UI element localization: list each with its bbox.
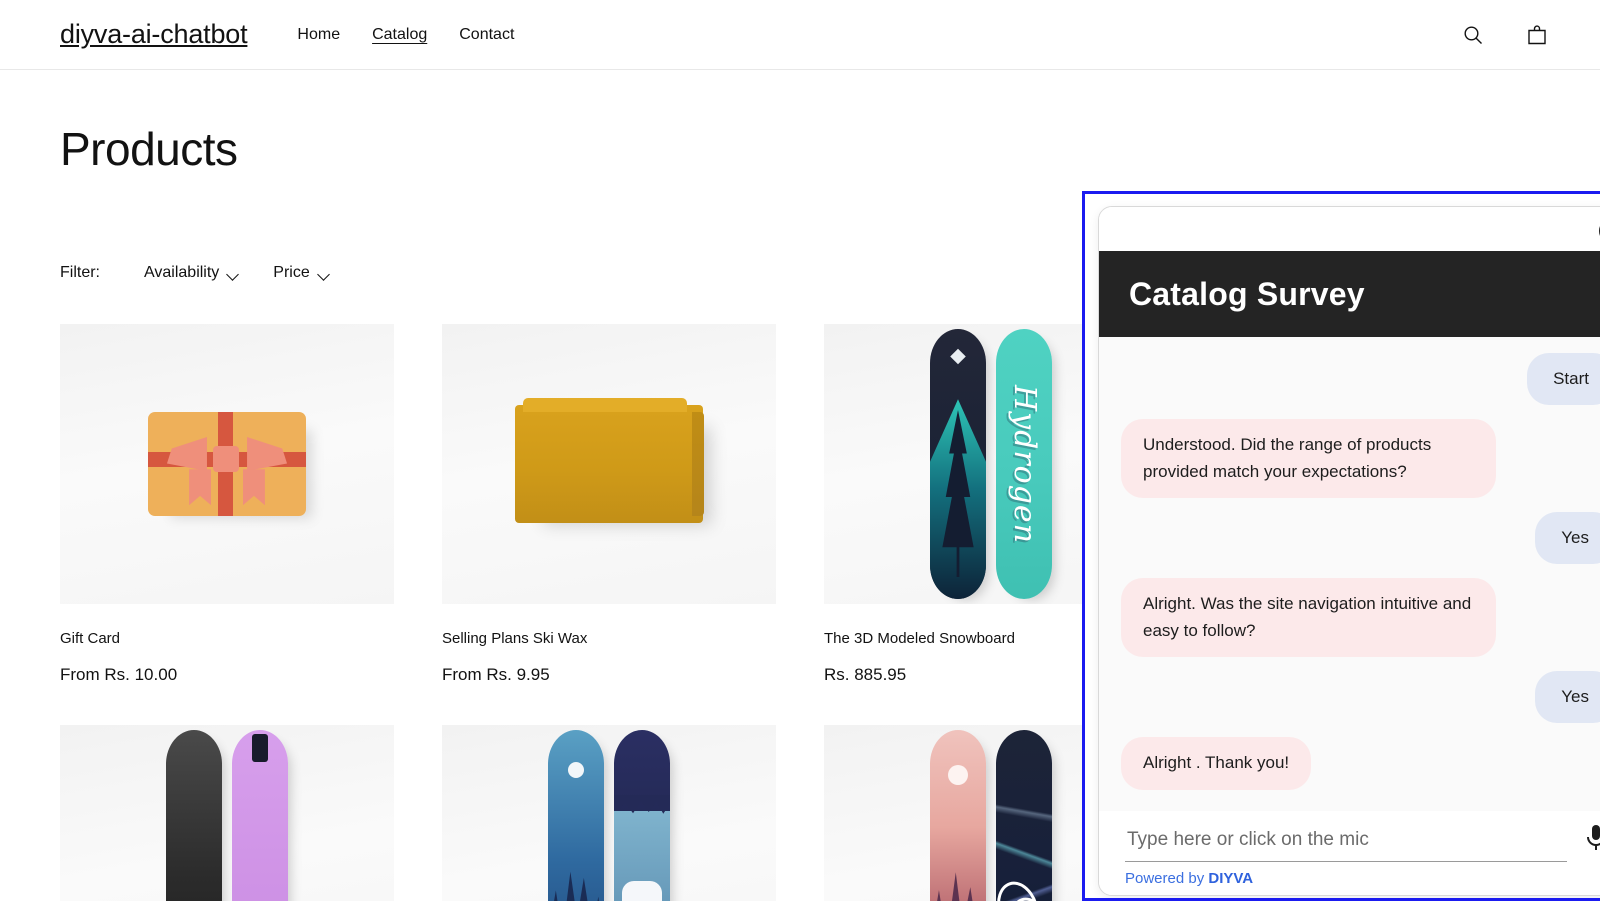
shopping-bag-icon[interactable] [1520, 18, 1554, 52]
product-image-row2-2[interactable] [442, 725, 776, 901]
nav-link-home[interactable]: Home [295, 22, 342, 48]
snowboard-art [166, 730, 288, 901]
product-image-gift-card[interactable] [60, 324, 394, 604]
powered-by-prefix: Powered by [1125, 870, 1209, 887]
chat-title: Catalog Survey [1129, 275, 1365, 312]
product-image-row2-1[interactable] [60, 725, 394, 901]
chat-message-bot: Alright. Was the site navigation intuiti… [1121, 578, 1496, 658]
filter-availability[interactable]: Availability [144, 264, 239, 282]
chat-header: Catalog Survey [1099, 251, 1600, 337]
nav-link-contact[interactable]: Contact [457, 22, 516, 48]
product-title[interactable]: Selling Plans Ski Wax [442, 630, 776, 647]
chevron-down-icon [228, 270, 239, 277]
powered-by-label: Powered by DIYVA [1125, 870, 1600, 887]
product-image-ski-wax[interactable] [442, 324, 776, 604]
page-title: Products [60, 123, 238, 175]
filter-label: Filter: [60, 264, 100, 281]
filter-options: Availability Price [144, 264, 330, 282]
microphone-icon[interactable] [1581, 823, 1600, 862]
chat-message-bot: Alright . Thank you! [1121, 737, 1312, 790]
gift-card-art [148, 412, 306, 516]
chat-widget: Catalog Survey Start Understood. Did the… [1098, 206, 1600, 896]
chat-message-list[interactable]: Start Understood. Did the range of produ… [1099, 337, 1600, 811]
chat-widget-frame[interactable]: Catalog Survey Start Understood. Did the… [1082, 191, 1600, 901]
product-card[interactable] [442, 725, 776, 901]
header-actions [1456, 18, 1554, 52]
filter-availability-label: Availability [144, 264, 220, 281]
product-price: From Rs. 10.00 [60, 665, 178, 684]
product-price: From Rs. 9.95 [442, 665, 550, 684]
chat-message-user: Start [1527, 353, 1600, 406]
ski-wax-art [515, 398, 704, 523]
snowboard-art: Hydrogen [930, 329, 1052, 599]
snowboard-art [930, 730, 1052, 901]
product-card[interactable] [60, 725, 394, 901]
brand-logo[interactable]: diyva-ai-chatbot [60, 19, 248, 50]
chat-topbar [1099, 207, 1600, 251]
filter-price-label: Price [273, 264, 310, 281]
filter-price[interactable]: Price [273, 264, 329, 282]
product-card[interactable]: Selling Plans Ski Wax From Rs. 9.95 [442, 324, 776, 685]
powered-by-brand: DIYVA [1208, 870, 1254, 887]
chat-message-user: Yes [1535, 671, 1600, 724]
site-header: diyva-ai-chatbot Home Catalog Contact [0, 0, 1600, 70]
search-icon[interactable] [1456, 18, 1490, 52]
chat-input-area: Powered by DIYVA [1099, 811, 1600, 895]
nav-link-catalog[interactable]: Catalog [370, 22, 429, 48]
main-nav: Home Catalog Contact [295, 22, 516, 48]
chevron-down-icon [319, 270, 330, 277]
chat-input-row [1125, 823, 1600, 862]
chat-message-user: Yes [1535, 512, 1600, 565]
chat-input[interactable] [1125, 823, 1567, 862]
snowboard-art [548, 730, 670, 901]
product-title[interactable]: Gift Card [60, 630, 394, 647]
chat-message-bot: Understood. Did the range of products pr… [1121, 419, 1496, 499]
product-card[interactable]: Gift Card From Rs. 10.00 [60, 324, 394, 685]
